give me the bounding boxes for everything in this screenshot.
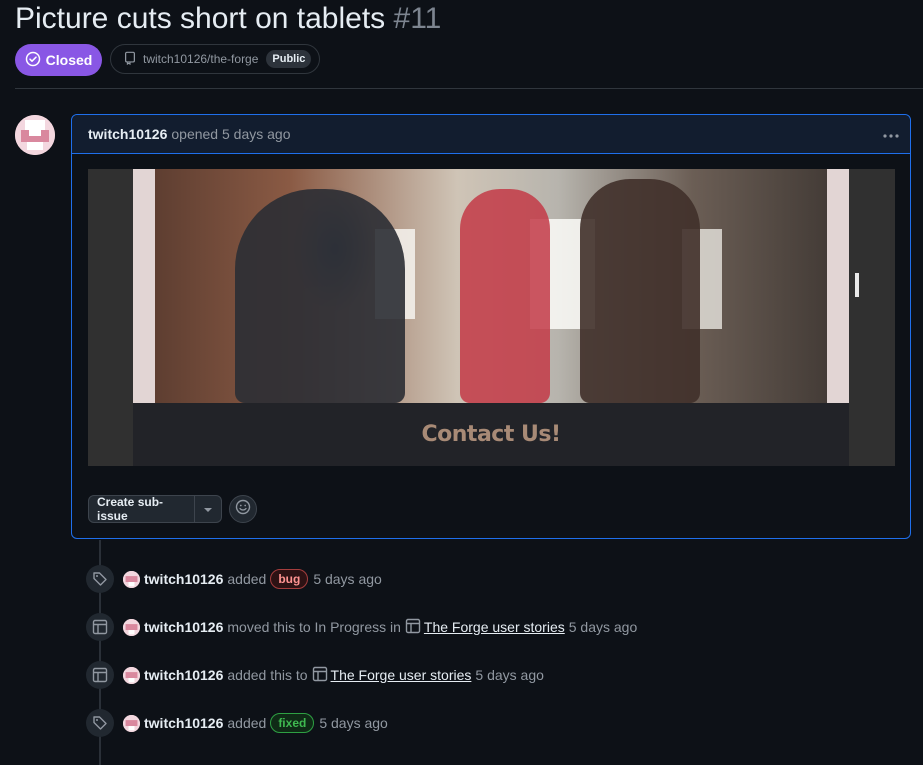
timeline-event-moved: twitch10126 moved this to In Progress in… bbox=[86, 613, 637, 641]
event-verb: added bbox=[227, 571, 267, 587]
smiley-icon bbox=[235, 499, 251, 520]
label-fixed[interactable]: fixed bbox=[270, 713, 315, 733]
repo-chip[interactable]: twitch10126/the-forge Public bbox=[110, 44, 320, 74]
tag-icon bbox=[86, 709, 114, 737]
tag-icon bbox=[86, 565, 114, 593]
timeline-event-added-to-project: twitch10126 added this to The Forge user… bbox=[86, 661, 544, 689]
issue-body-comment: twitch10126 opened 5 days ago Contact Us… bbox=[71, 114, 911, 539]
author-avatar[interactable] bbox=[15, 115, 55, 155]
project-link[interactable]: The Forge user stories bbox=[312, 666, 472, 685]
contact-heading: Contact Us! bbox=[421, 422, 562, 447]
contact-banner: Contact Us! bbox=[133, 403, 849, 466]
event-actor[interactable]: twitch10126 bbox=[144, 715, 223, 731]
photo-figure bbox=[460, 189, 550, 403]
photo-figure bbox=[235, 189, 405, 403]
visibility-badge: Public bbox=[266, 50, 312, 68]
table-icon bbox=[405, 618, 421, 637]
table-icon bbox=[86, 661, 114, 689]
repo-icon bbox=[123, 51, 137, 68]
issue-number: #11 bbox=[393, 2, 442, 35]
event-time[interactable]: 5 days ago bbox=[313, 571, 382, 587]
actor-avatar[interactable] bbox=[123, 570, 140, 588]
sub-issue-button-group: Create sub-issue bbox=[88, 495, 222, 523]
comment-header: twitch10126 opened 5 days ago bbox=[72, 115, 910, 154]
actor-avatar[interactable] bbox=[123, 618, 140, 636]
event-verb: added this to bbox=[227, 667, 308, 683]
issue-state-badge: Closed bbox=[15, 44, 102, 76]
issue-title: Picture cuts short on tablets #11 bbox=[15, 0, 441, 38]
sub-issue-dropdown-button[interactable] bbox=[195, 495, 222, 523]
scroll-handle-icon bbox=[855, 273, 859, 297]
event-verb: moved this to In Progress in bbox=[227, 619, 401, 635]
project-name[interactable]: The Forge user stories bbox=[424, 619, 565, 635]
label-bug[interactable]: bug bbox=[270, 569, 309, 589]
event-time[interactable]: 5 days ago bbox=[319, 715, 388, 731]
event-time[interactable]: 5 days ago bbox=[475, 667, 544, 683]
attached-screenshot[interactable]: Contact Us! bbox=[88, 169, 895, 466]
table-icon bbox=[86, 613, 114, 641]
event-actor[interactable]: twitch10126 bbox=[144, 571, 223, 587]
kebab-horizontal-icon[interactable] bbox=[882, 123, 900, 144]
event-actor[interactable]: twitch10126 bbox=[144, 667, 223, 683]
actor-avatar[interactable] bbox=[123, 714, 140, 732]
actor-avatar[interactable] bbox=[123, 666, 140, 684]
timeline-event-labeled: twitch10126 added fixed 5 days ago bbox=[86, 709, 388, 737]
event-time[interactable]: 5 days ago bbox=[569, 619, 638, 635]
add-reaction-button[interactable] bbox=[229, 495, 257, 523]
table-icon bbox=[312, 666, 328, 685]
event-verb: added bbox=[227, 715, 267, 731]
comment-time[interactable]: 5 days ago bbox=[222, 126, 291, 142]
issue-state-label: Closed bbox=[45, 52, 93, 68]
comment-author[interactable]: twitch10126 bbox=[88, 126, 167, 142]
project-name[interactable]: The Forge user stories bbox=[331, 667, 472, 683]
gym-photo bbox=[155, 169, 827, 403]
check-circle-icon bbox=[25, 51, 41, 70]
triangle-down-icon bbox=[203, 502, 213, 516]
project-link[interactable]: The Forge user stories bbox=[405, 618, 565, 637]
event-actor[interactable]: twitch10126 bbox=[144, 619, 223, 635]
create-sub-issue-button[interactable]: Create sub-issue bbox=[88, 495, 195, 523]
photo-figure bbox=[580, 179, 700, 403]
timeline-event-labeled: twitch10126 added bug 5 days ago bbox=[86, 565, 382, 593]
issue-title-text: Picture cuts short on tablets bbox=[15, 2, 386, 35]
screenshot-page: Contact Us! bbox=[133, 169, 849, 466]
header-divider bbox=[15, 88, 923, 89]
repo-name[interactable]: twitch10126/the-forge bbox=[143, 52, 258, 66]
comment-action: opened bbox=[171, 126, 219, 142]
